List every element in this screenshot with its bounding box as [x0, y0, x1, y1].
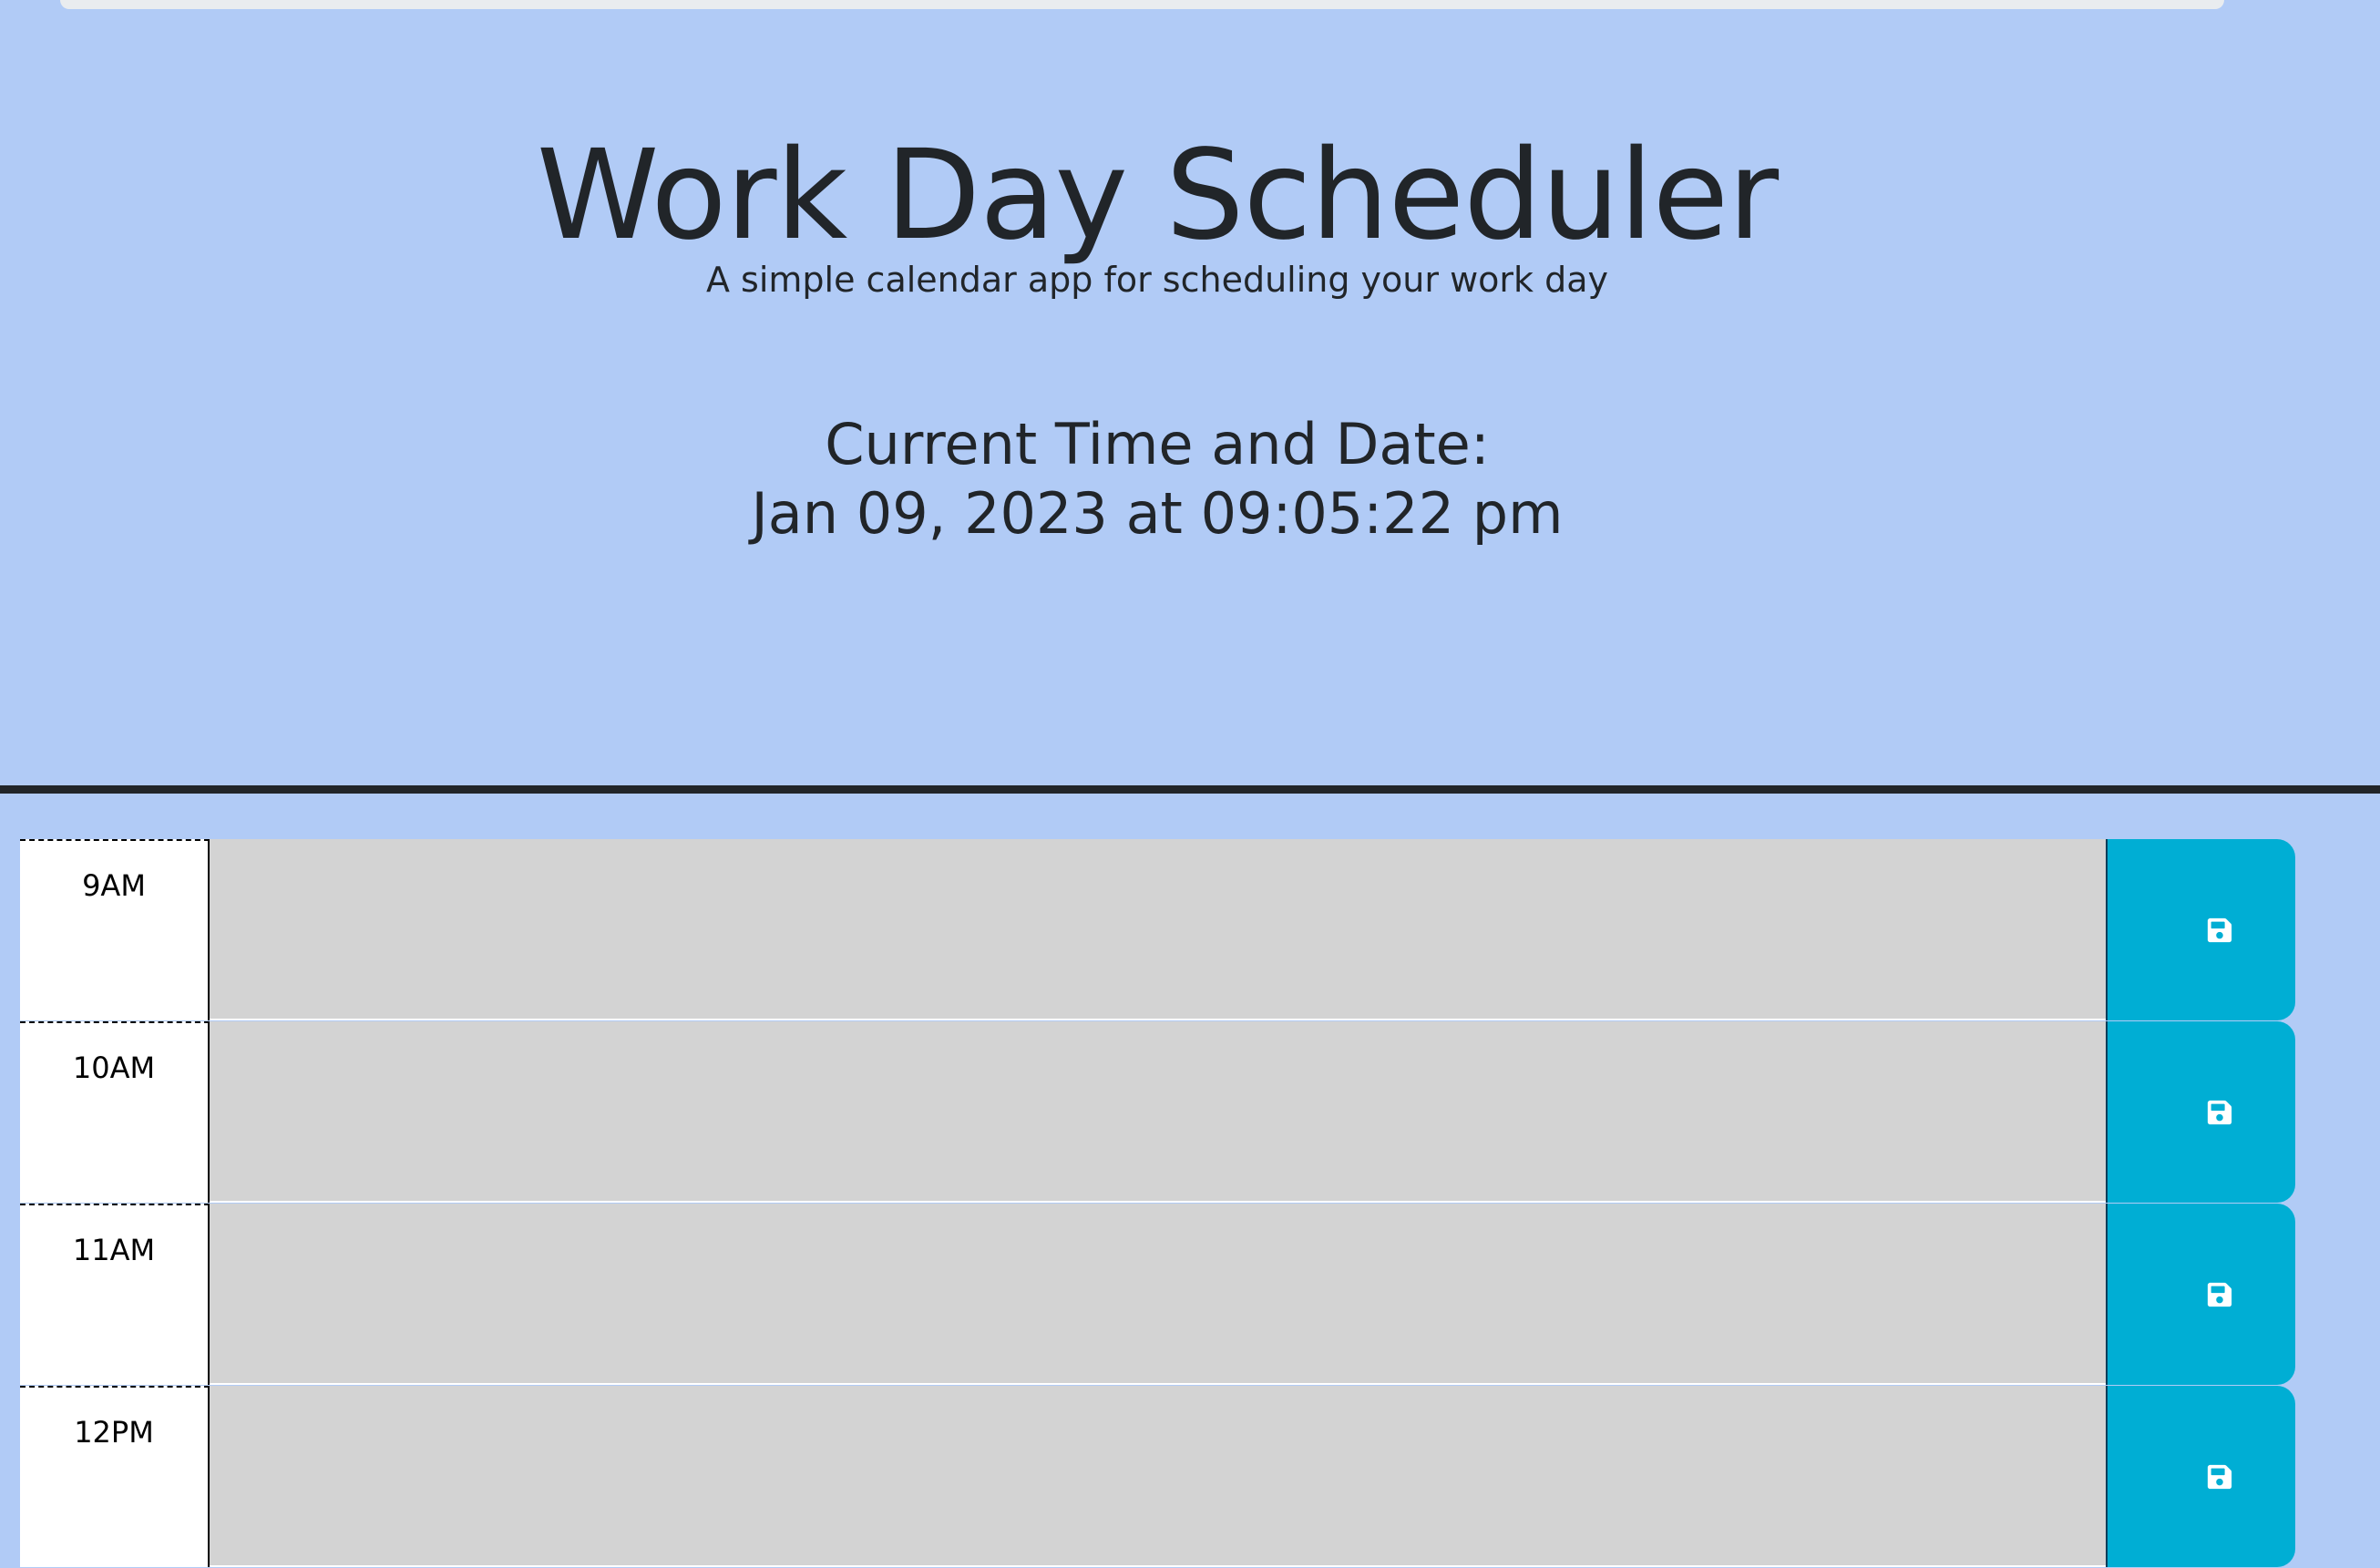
hour-label: 9AM	[20, 839, 210, 1020]
hour-label: 11AM	[20, 1204, 210, 1385]
event-description-input[interactable]	[210, 1386, 2106, 1567]
event-description-input[interactable]	[210, 1204, 2106, 1385]
save-button[interactable]	[2106, 1204, 2295, 1385]
current-time-label: Current Time and Date:	[825, 411, 1490, 477]
save-icon	[2206, 1099, 2233, 1126]
save-icon	[2206, 1463, 2233, 1491]
event-description-input[interactable]	[210, 1021, 2106, 1203]
hour-label: 12PM	[20, 1386, 210, 1567]
timeblock-row: 10AM	[20, 1021, 2296, 1204]
event-description-input[interactable]	[210, 839, 2106, 1020]
page-subtitle: A simple calendar app for scheduling you…	[705, 260, 1609, 300]
timeblock-row: 9AM	[20, 839, 2296, 1021]
save-button[interactable]	[2106, 1021, 2295, 1203]
save-button[interactable]	[2106, 1386, 2295, 1567]
timeblock-row: 12PM	[20, 1386, 2296, 1568]
header: Work Day Scheduler A simple calendar app…	[0, 18, 2380, 794]
save-button[interactable]	[2106, 839, 2295, 1020]
current-time-value: Jan 09, 2023 at 09:05:22 pm	[751, 480, 1564, 547]
browser-toolbar-edge	[0, 0, 2380, 18]
timeblock-row: 11AM	[20, 1204, 2296, 1386]
browser-address-bar-edge	[60, 0, 2224, 9]
hour-label: 10AM	[20, 1021, 210, 1203]
save-icon	[2206, 917, 2233, 944]
timeblock-container: 9AM 10AM 11AM 12PM	[20, 839, 2296, 1568]
save-icon	[2206, 1281, 2233, 1308]
